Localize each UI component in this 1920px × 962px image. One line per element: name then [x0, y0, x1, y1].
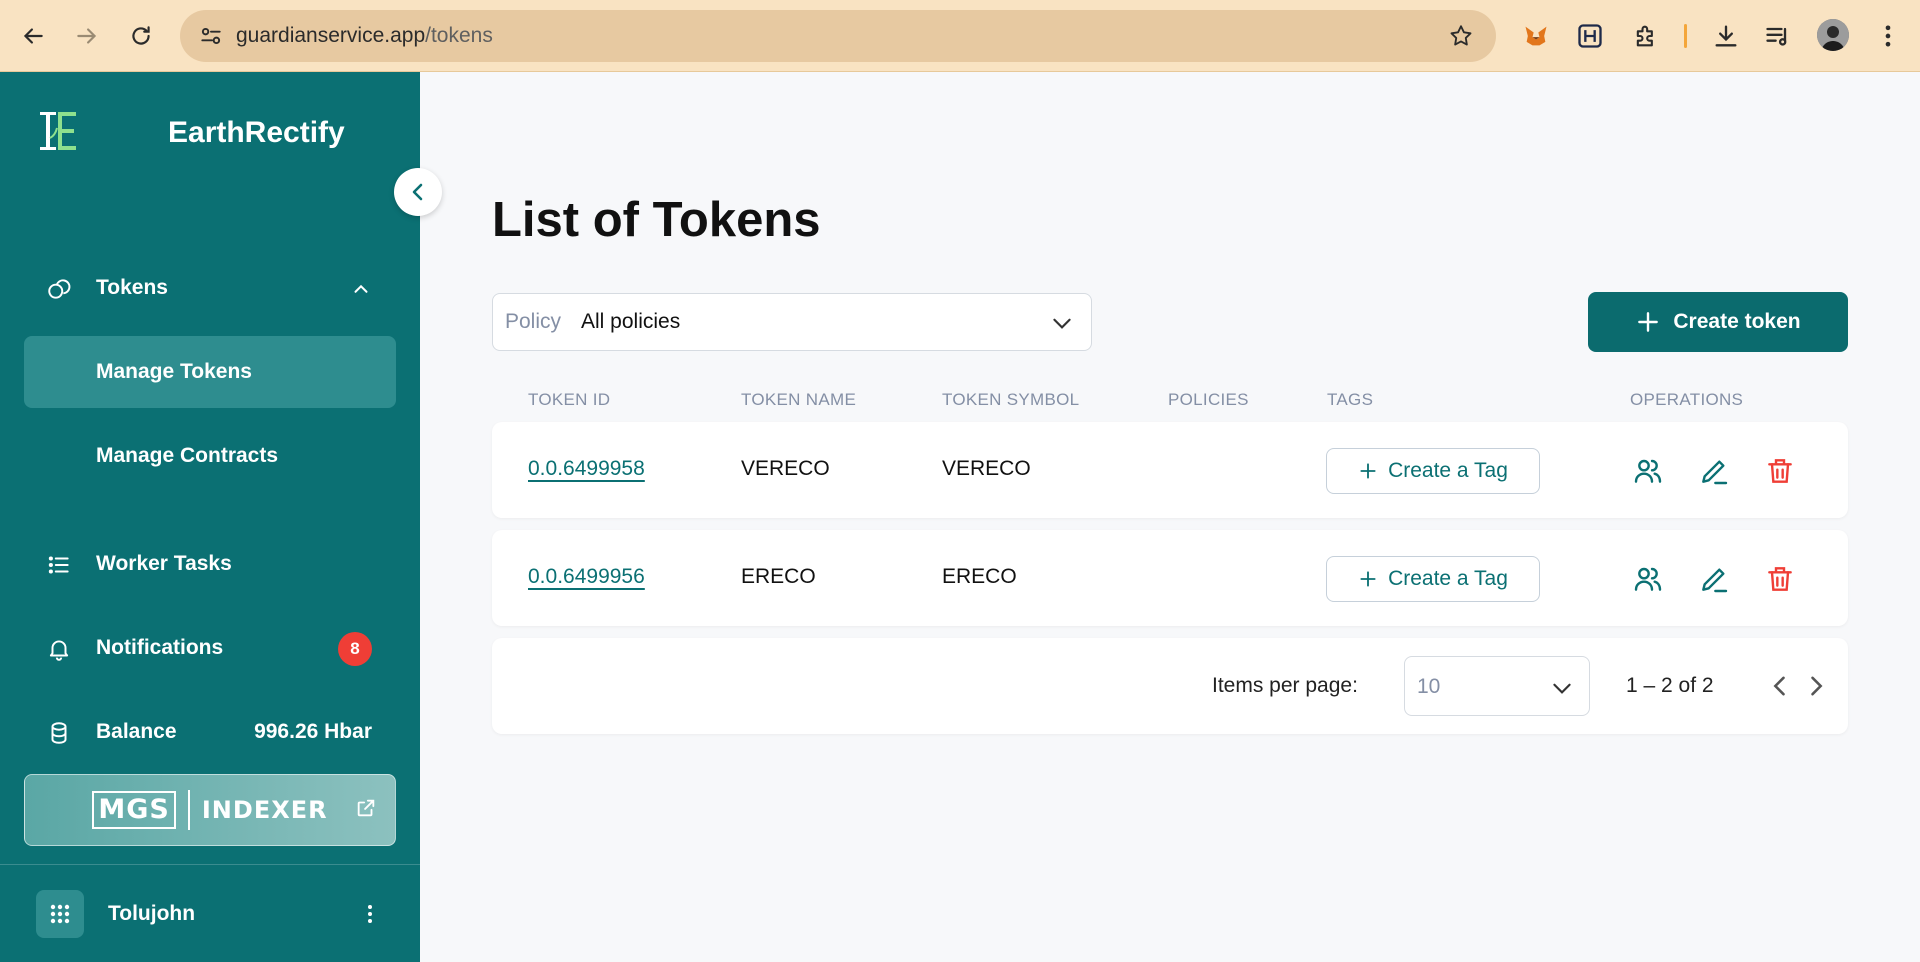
token-id-link[interactable]: 0.0.6499958	[528, 457, 645, 481]
create-tag-button[interactable]: Create a Tag	[1326, 448, 1540, 494]
column-header-token-symbol: TOKEN SYMBOL	[942, 390, 1080, 409]
toolbar-separator	[1684, 24, 1687, 48]
bookmark-star-icon[interactable]	[1448, 23, 1474, 49]
sidebar-item-label: Tokens	[96, 276, 168, 299]
paginator: Items per page: 10 1 – 2 of 2	[492, 638, 1848, 734]
notifications-count-badge: 8	[338, 632, 372, 666]
forward-icon[interactable]	[69, 18, 105, 54]
list-icon	[48, 556, 69, 574]
plus-icon	[1360, 463, 1376, 479]
create-tag-label: Create a Tag	[1388, 567, 1508, 590]
sidebar-item-label: Notifications	[96, 636, 224, 659]
policy-filter-label: Policy	[505, 310, 562, 333]
sidebar-item-label: Manage Tokens	[96, 360, 252, 383]
token-id-link[interactable]: 0.0.6499956	[528, 565, 645, 589]
edit-pencil-icon[interactable]	[1698, 563, 1730, 595]
address-bar[interactable]: guardianservice.app/tokens	[180, 10, 1496, 62]
sidebar-item-worker-tasks[interactable]: Worker Tasks	[24, 528, 396, 600]
items-per-page-label: Items per page:	[1212, 674, 1358, 697]
policy-filter-value: All policies	[581, 310, 681, 333]
sidebar-item-balance: Balance 996.26 Hbar	[24, 696, 396, 768]
balance-value: 996.26 Hbar	[254, 720, 372, 743]
chevron-down-icon	[1053, 318, 1071, 329]
users-icon[interactable]	[1632, 563, 1664, 595]
sidebar-item-manage-tokens[interactable]: Manage Tokens	[24, 336, 396, 408]
indexer-divider	[187, 790, 190, 830]
token-name-cell: ERECO	[741, 565, 816, 588]
media-controls-icon[interactable]	[1762, 20, 1794, 52]
plus-icon	[1360, 571, 1376, 587]
delete-trash-icon[interactable]	[1764, 455, 1796, 487]
create-token-button[interactable]: Create token	[1588, 292, 1848, 352]
column-header-operations: OPERATIONS	[1630, 390, 1744, 409]
sidebar-item-manage-contracts[interactable]: Manage Contracts	[24, 420, 396, 492]
user-menu-icon[interactable]	[358, 902, 382, 926]
create-token-label: Create token	[1673, 310, 1801, 333]
main-content: List of Tokens Policy All policies Creat…	[420, 72, 1920, 962]
chevron-left-icon	[412, 183, 423, 201]
token-name-cell: VERECO	[741, 457, 830, 480]
policy-filter-select[interactable]: Policy All policies	[492, 293, 1092, 351]
user-profile-row[interactable]: Tolujohn	[36, 890, 396, 938]
sidebar-item-tokens[interactable]: Tokens	[24, 252, 396, 324]
hashpack-extension-icon[interactable]	[1574, 20, 1606, 52]
create-tag-label: Create a Tag	[1388, 459, 1508, 482]
page-range-label: 1 – 2 of 2	[1626, 674, 1714, 697]
sidebar-item-label: Manage Contracts	[96, 444, 279, 467]
indexer-label: INDEXER	[201, 796, 328, 824]
users-icon[interactable]	[1632, 455, 1664, 487]
sidebar-collapse-button[interactable]	[394, 168, 442, 216]
create-tag-button[interactable]: Create a Tag	[1326, 556, 1540, 602]
edit-pencil-icon[interactable]	[1698, 455, 1730, 487]
download-icon[interactable]	[1710, 20, 1742, 52]
bell-icon	[49, 640, 69, 661]
user-name: Tolujohn	[108, 902, 196, 925]
coins-icon	[51, 722, 67, 744]
sidebar-item-label: Balance	[96, 720, 177, 743]
chevron-left-icon[interactable]	[1766, 672, 1794, 700]
table-row: 0.0.6499956 ERECO ERECO Create a Tag	[492, 530, 1848, 626]
delete-trash-icon[interactable]	[1764, 563, 1796, 595]
sidebar: EarthRectify Tokens Manage Tokens Manage…	[0, 72, 442, 962]
token-symbol-cell: ERECO	[942, 565, 1017, 588]
items-per-page-select[interactable]: 10	[1404, 656, 1590, 716]
chevron-up-icon[interactable]	[350, 278, 372, 300]
mgs-logo-text: MGS	[92, 791, 176, 829]
column-header-policies: POLICIES	[1168, 390, 1249, 409]
url-text: guardianservice.app/tokens	[236, 24, 493, 47]
column-header-token-name: TOKEN NAME	[741, 390, 857, 409]
mgs-indexer-button[interactable]: MGS INDEXER	[24, 774, 396, 846]
column-header-tags: TAGS	[1327, 390, 1374, 409]
extensions-puzzle-icon[interactable]	[1630, 20, 1662, 52]
tokens-icon	[48, 279, 71, 299]
profile-avatar[interactable]	[1817, 19, 1849, 51]
sidebar-item-notifications[interactable]: Notifications 8	[24, 612, 396, 684]
table-row: 0.0.6499958 VERECO VERECO Create a Tag	[492, 422, 1848, 518]
reload-icon[interactable]	[123, 18, 159, 54]
plus-icon	[1638, 312, 1659, 332]
earthrectify-logo	[40, 112, 76, 150]
external-link-icon	[357, 799, 375, 817]
sidebar-item-label: Worker Tasks	[96, 552, 232, 575]
sidebar-divider	[0, 864, 420, 865]
browser-toolbar: guardianservice.app/tokens	[0, 0, 1920, 72]
site-settings-icon[interactable]	[198, 23, 224, 49]
chevron-right-icon[interactable]	[1802, 672, 1830, 700]
browser-menu-icon[interactable]	[1872, 20, 1904, 52]
items-per-page-value: 10	[1417, 675, 1441, 698]
column-header-token-id: TOKEN ID	[528, 390, 611, 409]
apps-grid-icon[interactable]	[36, 890, 84, 938]
metamask-extension-icon[interactable]	[1520, 20, 1552, 52]
token-symbol-cell: VERECO	[942, 457, 1031, 480]
brand-name: EarthRectify	[168, 116, 345, 149]
back-icon[interactable]	[15, 18, 51, 54]
chevron-down-icon	[1553, 683, 1571, 694]
page-title: List of Tokens	[492, 193, 821, 247]
